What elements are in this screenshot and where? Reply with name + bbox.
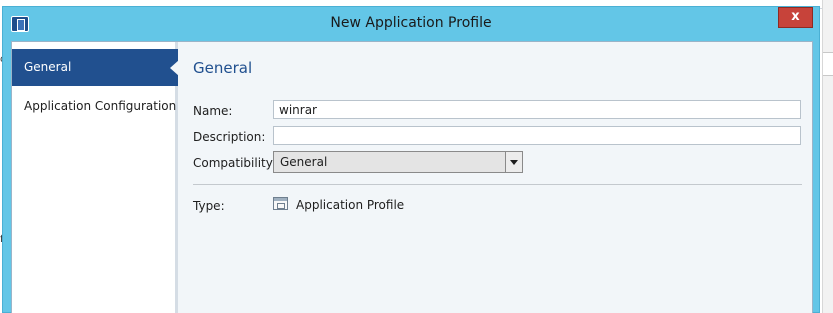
description-label: Description: xyxy=(193,130,266,144)
name-label: Name: xyxy=(193,104,233,118)
close-button[interactable]: x xyxy=(778,7,813,28)
type-value: Application Profile xyxy=(296,198,405,212)
compatibility-label: Compatibility: xyxy=(193,156,277,170)
background-panel-right xyxy=(822,0,833,313)
description-field[interactable] xyxy=(273,126,801,145)
sidebar-item-general[interactable]: General xyxy=(12,49,179,86)
chevron-down-icon[interactable] xyxy=(505,152,522,172)
application-profile-icon xyxy=(273,197,288,210)
new-application-profile-dialog: New Application Profile x General Applic… xyxy=(2,6,820,313)
title-bar[interactable]: New Application Profile x xyxy=(3,7,819,41)
dialog-body: General Application Configuration Genera… xyxy=(11,41,813,313)
type-label: Type: xyxy=(193,199,225,213)
general-panel: General Name: Description: Compatibility… xyxy=(181,42,812,313)
window-title: New Application Profile xyxy=(330,15,492,31)
sidebar-nav: General Application Configuration xyxy=(12,42,179,313)
divider xyxy=(193,184,802,185)
sidebar-item-application-configuration[interactable]: Application Configuration xyxy=(12,88,178,125)
section-title: General xyxy=(193,59,253,77)
compatibility-dropdown[interactable]: General xyxy=(273,151,523,173)
name-field[interactable] xyxy=(273,100,801,119)
compatibility-selected-value: General xyxy=(280,155,328,169)
background-panel-item xyxy=(823,52,833,76)
